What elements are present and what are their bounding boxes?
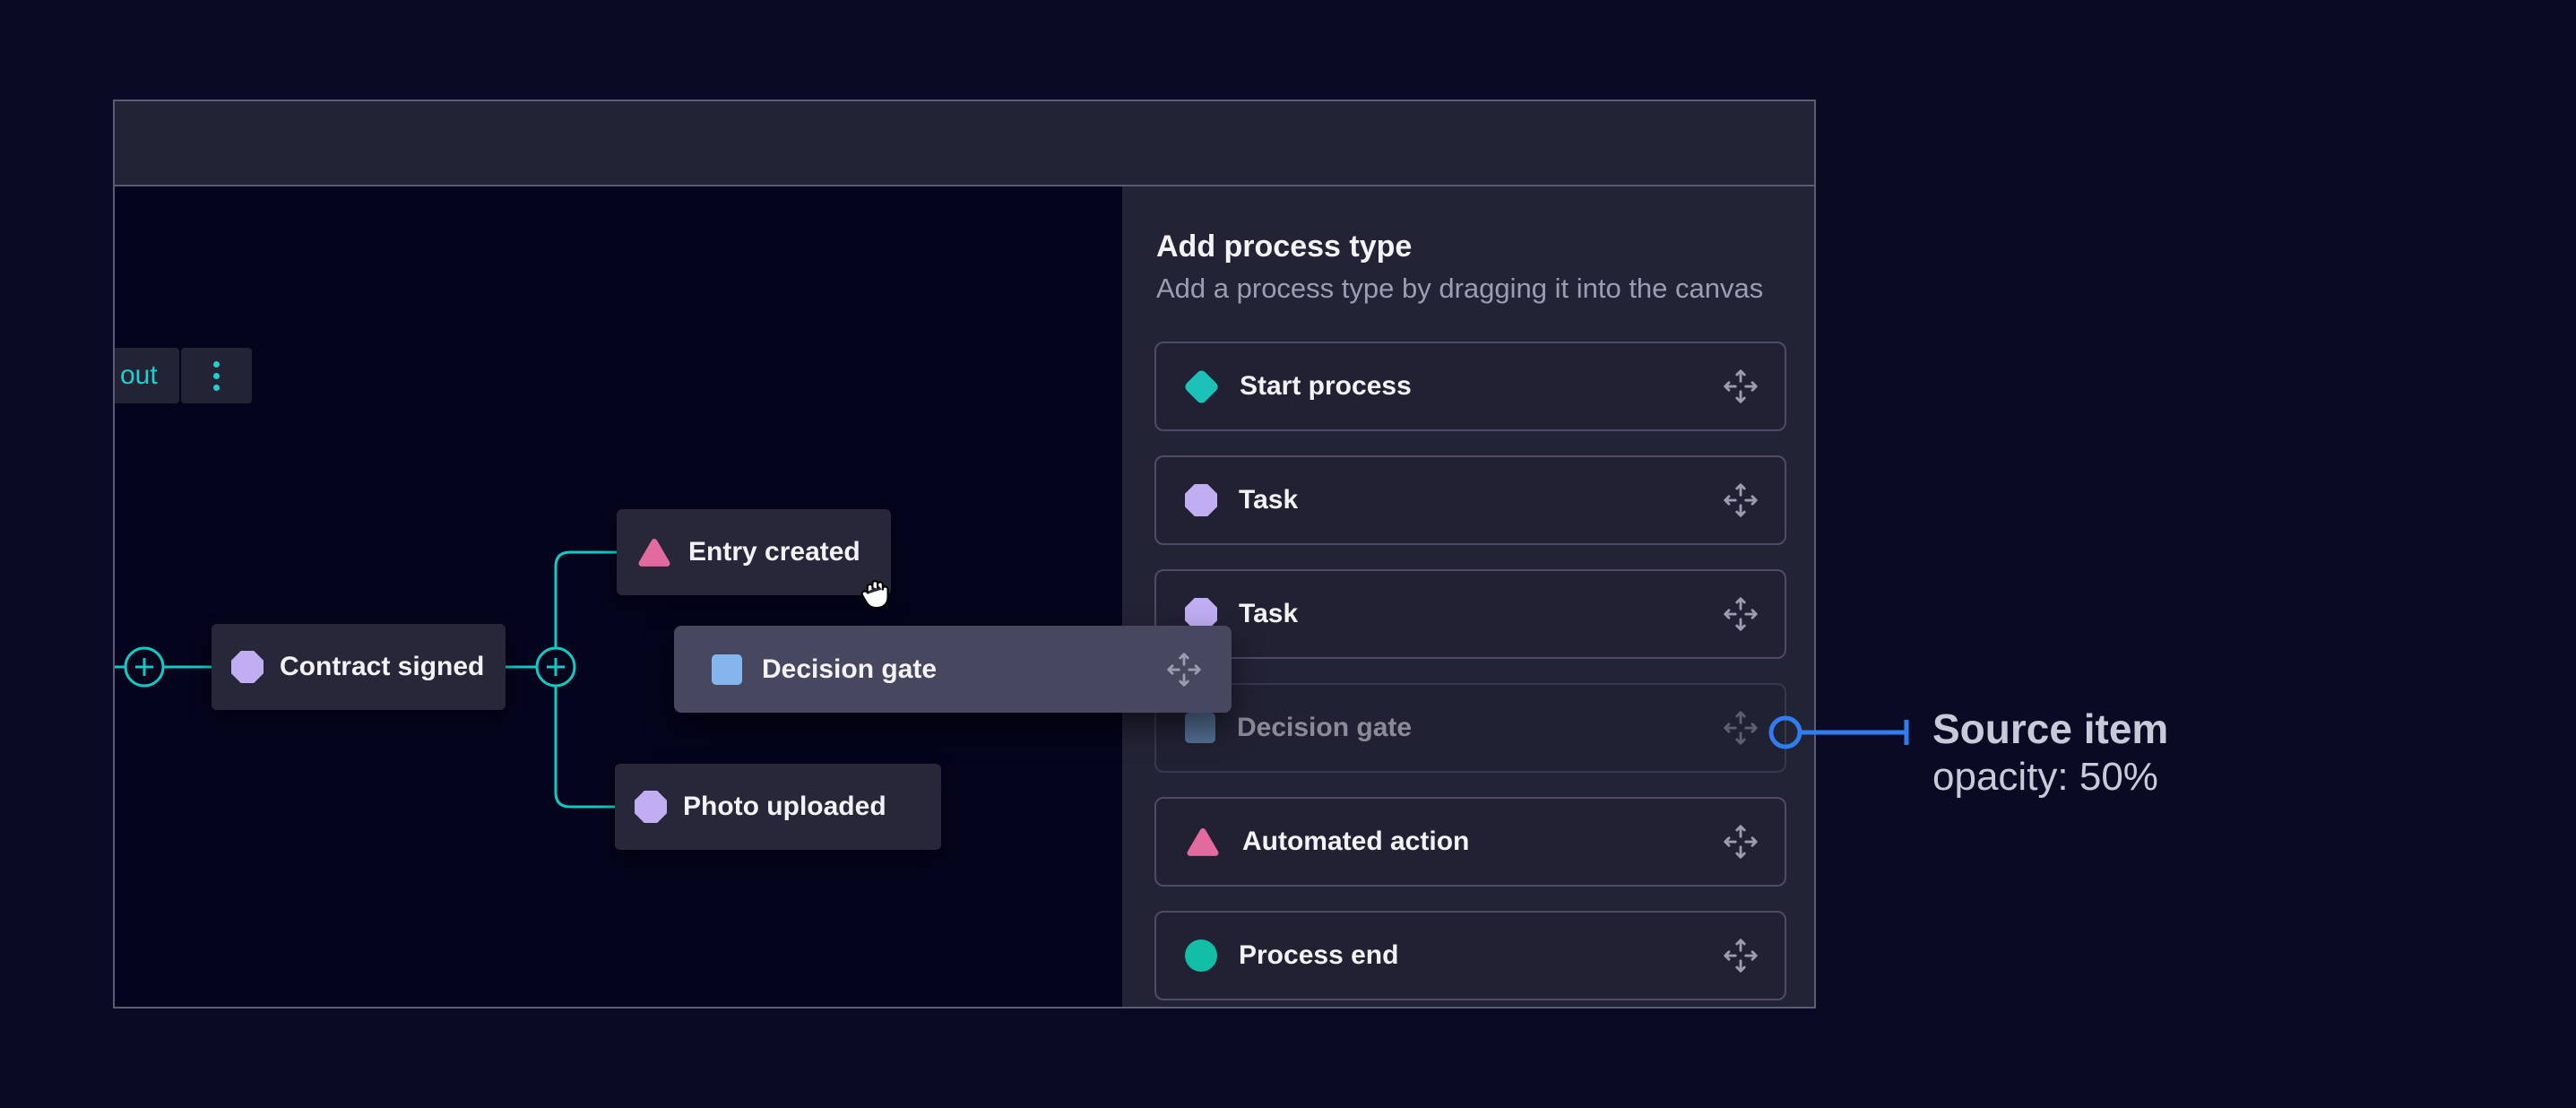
grab-cursor <box>853 570 896 613</box>
more-options-button[interactable] <box>181 348 252 403</box>
add-node-button[interactable] <box>125 648 163 686</box>
flow-node-entry-created[interactable]: Entry created <box>617 509 891 595</box>
flow-node-decision-gate-dragging[interactable]: Decision gate <box>674 626 1232 713</box>
page: out Contract signed <box>0 0 2576 1108</box>
palette-item-label: Start process <box>1240 371 1412 402</box>
panel-title: Add process type <box>1156 229 1412 264</box>
octagon-icon <box>635 791 667 823</box>
flow-node-contract-signed[interactable]: Contract signed <box>212 624 506 710</box>
palette-item-label: Automated action <box>1242 827 1469 857</box>
kebab-menu-icon <box>213 361 220 391</box>
move-icon <box>1163 649 1205 690</box>
palette-item-label: Task <box>1239 485 1298 515</box>
move-icon <box>1720 935 1761 976</box>
annotation-detail: opacity: 50% <box>1932 753 2168 801</box>
node-label: Contract signed <box>280 652 484 682</box>
palette-item-label: Process end <box>1239 940 1398 971</box>
diamond-icon <box>1183 368 1220 404</box>
flow-editor-window: out Contract signed <box>113 100 1816 1008</box>
square-icon <box>712 654 742 685</box>
panel-subtitle: Add a process type by dragging it into t… <box>1156 273 1763 305</box>
flow-node-photo-uploaded[interactable]: Photo uploaded <box>615 764 941 850</box>
triangle-icon <box>636 534 672 570</box>
move-icon <box>1720 480 1761 521</box>
move-icon <box>1720 366 1761 407</box>
node-label: Decision gate <box>762 654 937 685</box>
node-label: Photo uploaded <box>683 792 886 822</box>
zoom-out-button-label: out <box>120 360 158 391</box>
node-label: Entry created <box>688 537 860 567</box>
move-icon <box>1720 593 1761 635</box>
zoom-out-button[interactable]: out <box>115 348 179 403</box>
add-branch-button[interactable] <box>537 648 575 686</box>
add-process-type-panel: Add process type Add a process type by d… <box>1122 186 1814 1007</box>
octagon-icon <box>1185 484 1217 516</box>
palette-item-start-process[interactable]: Start process <box>1154 342 1786 431</box>
square-icon <box>1185 713 1215 743</box>
palette-item-task-2[interactable]: Task <box>1154 569 1786 659</box>
move-icon <box>1720 821 1761 862</box>
palette-item-decision-gate-source[interactable]: Decision gate <box>1154 683 1786 773</box>
palette-item-process-end[interactable]: Process end <box>1154 911 1786 1000</box>
circle-icon <box>1185 939 1217 972</box>
move-icon <box>1720 707 1761 749</box>
palette-item-label: Decision gate <box>1237 713 1412 743</box>
annotation-text: Source item opacity: 50% <box>1932 705 2168 801</box>
palette-item-label: Task <box>1239 599 1298 629</box>
palette-item-automated-action[interactable]: Automated action <box>1154 797 1786 887</box>
palette-item-task-1[interactable]: Task <box>1154 455 1786 545</box>
annotation-title: Source item <box>1932 705 2168 753</box>
octagon-icon <box>231 651 264 683</box>
triangle-icon <box>1185 824 1221 860</box>
canvas-toolbar: out <box>115 348 252 403</box>
